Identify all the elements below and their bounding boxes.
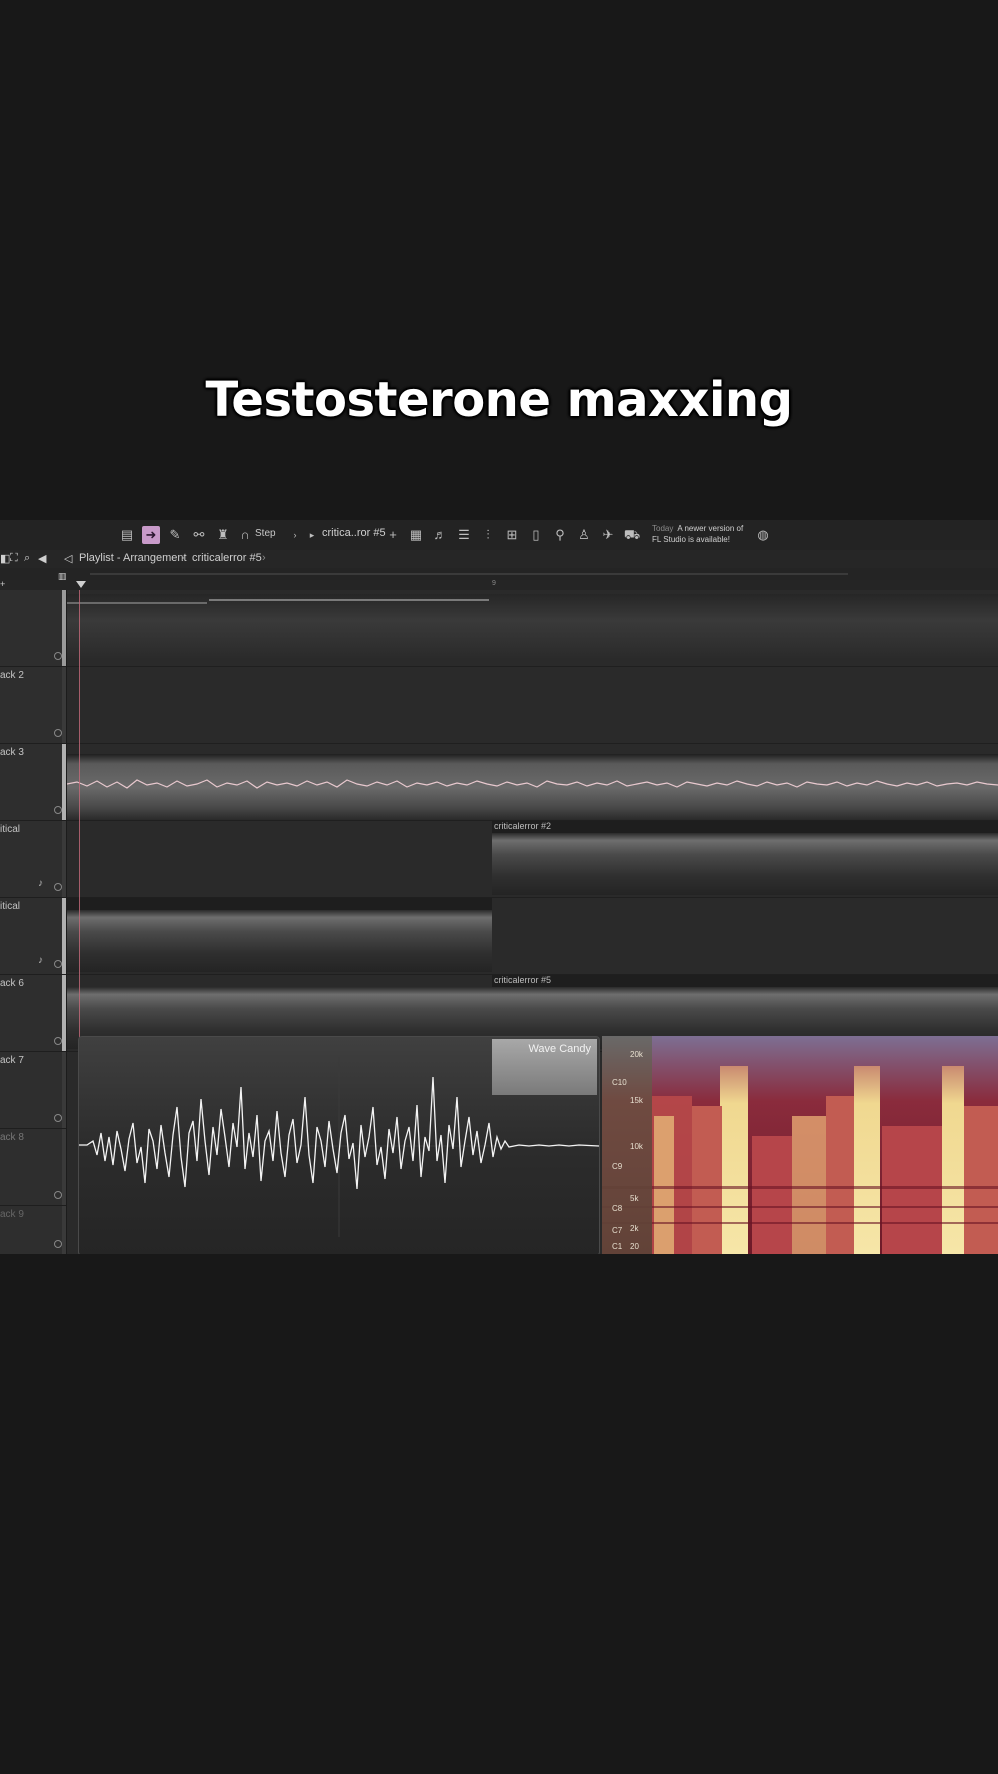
chevron-right-icon[interactable]: ›: [286, 526, 304, 544]
playlist-icon[interactable]: ▦: [407, 526, 425, 544]
select-icon[interactable]: ⛶: [10, 552, 18, 565]
playlist-small-icon[interactable]: ◁: [64, 552, 72, 565]
track-header[interactable]: ack 2: [0, 667, 66, 744]
bird-icon[interactable]: ✈: [599, 526, 617, 544]
track-header[interactable]: ack 9: [0, 1206, 66, 1254]
piano-icon[interactable]: ▤: [118, 526, 136, 544]
breadcrumb-separator-2: ›: [262, 552, 266, 564]
news-line2: FL Studio is available!: [652, 535, 730, 544]
freq-label: 20k: [630, 1050, 643, 1059]
mute-icon[interactable]: [54, 1037, 62, 1045]
clip-waveform: [67, 779, 998, 789]
track-lane-4[interactable]: criticalerror #2: [67, 821, 998, 898]
track-lane-3[interactable]: [67, 744, 998, 821]
track-lane-1[interactable]: [67, 590, 998, 667]
news-line1: A newer version of: [677, 524, 744, 533]
add-pattern-icon[interactable]: +: [384, 526, 402, 544]
file-icon[interactable]: ▯: [527, 526, 545, 544]
clip-title: criticalerror #2: [494, 821, 552, 831]
freq-label: 10k: [630, 1142, 643, 1151]
track-header[interactable]: ack 8: [0, 1129, 66, 1206]
update-notice[interactable]: Today A newer version of FL Studio is ava…: [652, 523, 752, 545]
freq-label: C7: [612, 1226, 623, 1235]
track-header[interactable]: itical ♪: [0, 821, 66, 898]
mute-icon[interactable]: [54, 652, 62, 660]
breadcrumb-window[interactable]: Playlist - Arrangement: [79, 552, 187, 564]
spectrogram-image: [602, 1036, 998, 1254]
globe-icon[interactable]: ◍: [754, 526, 772, 544]
channel-rack-icon[interactable]: ☰: [455, 526, 473, 544]
track-header[interactable]: ack 3: [0, 744, 66, 821]
freq-label: C10: [612, 1078, 627, 1087]
bar-marker: 9: [492, 580, 496, 587]
mute-icon[interactable]: [54, 729, 62, 737]
clip[interactable]: [492, 833, 998, 895]
track-header[interactable]: [0, 590, 66, 667]
person-icon[interactable]: ♙: [575, 526, 593, 544]
mute-icon[interactable]: [54, 1114, 62, 1122]
note-icon: ♪: [38, 955, 43, 966]
note-icon: ♪: [38, 878, 43, 889]
freq-label: C8: [612, 1204, 623, 1213]
clip-header[interactable]: criticalerror #5: [492, 975, 998, 987]
track-header[interactable]: itical ♪: [0, 898, 66, 975]
clip[interactable]: [67, 594, 998, 660]
spectrogram[interactable]: [602, 1036, 998, 1254]
arrow-icon[interactable]: ➜: [142, 526, 160, 544]
freq-label: C9: [612, 1162, 623, 1171]
mute-icon[interactable]: [54, 883, 62, 891]
stamp-icon[interactable]: ♜: [214, 526, 232, 544]
track-header[interactable]: ack 6: [0, 975, 66, 1052]
audio-clip[interactable]: [67, 754, 998, 820]
freq-label: 20: [630, 1242, 639, 1251]
add-track-icon[interactable]: +: [0, 579, 5, 589]
cart-icon[interactable]: ⛟: [623, 526, 641, 544]
mute-icon[interactable]: [54, 1191, 62, 1199]
zoom-icon[interactable]: ⌕: [24, 552, 30, 565]
play-small-icon[interactable]: ▸: [303, 526, 321, 544]
breadcrumb-pattern[interactable]: criticalerror #5: [192, 552, 262, 564]
clip[interactable]: [67, 910, 492, 972]
snap-step-label[interactable]: Step: [255, 528, 276, 539]
mute-icon[interactable]: [54, 1240, 62, 1248]
browser-icon[interactable]: ⊞: [503, 526, 521, 544]
time-ruler[interactable]: 9 +: [0, 579, 998, 590]
mixer-icon[interactable]: ⫶: [479, 526, 497, 544]
video-caption: Testosterone maxxing: [205, 372, 793, 428]
mute-icon[interactable]: [54, 960, 62, 968]
toolbar: ▤ ➜ ✎ ⚯ ♜ ∩ Step › ▸ critica..ror #5 + ▦…: [0, 520, 998, 551]
playhead-marker[interactable]: [76, 581, 86, 588]
track-header[interactable]: ack 7: [0, 1052, 66, 1129]
track-lane-2[interactable]: [67, 667, 998, 744]
plugin-icon[interactable]: ⚲: [551, 526, 569, 544]
clip-title: criticalerror #5: [494, 975, 552, 985]
speaker-icon[interactable]: ◀: [38, 552, 46, 565]
clip-header[interactable]: [67, 898, 492, 910]
news-today: Today: [652, 524, 674, 533]
freq-label: 5k: [630, 1194, 639, 1203]
wave-candy-label[interactable]: Wave Candy: [492, 1039, 597, 1095]
freq-label: C1: [612, 1242, 623, 1251]
clip-header[interactable]: criticalerror #2: [492, 821, 998, 833]
pattern-selector[interactable]: critica..ror #5: [322, 527, 386, 539]
link-icon[interactable]: ⚯: [190, 526, 208, 544]
track-headers: ack 2 ack 3 itical ♪ itical ♪ ack 6 ack …: [0, 590, 67, 1254]
overview-ruler[interactable]: ▥: [0, 568, 998, 581]
mute-icon[interactable]: [54, 806, 62, 814]
breadcrumb-separator: ›: [181, 552, 185, 564]
brush-icon[interactable]: ✎: [166, 526, 184, 544]
tools-icon[interactable]: ◧: [0, 552, 10, 565]
breadcrumb: ◧ ⛶ ⌕ ◀ ◁ Playlist - Arrangement › criti…: [0, 550, 998, 568]
magnet-icon[interactable]: ∩: [236, 526, 254, 544]
freq-label: 15k: [630, 1096, 643, 1105]
freq-label: 2k: [630, 1224, 639, 1233]
fl-studio-window: ▤ ➜ ✎ ⚯ ♜ ∩ Step › ▸ critica..ror #5 + ▦…: [0, 520, 998, 1254]
frequency-axis: 20k C10 15k 10k C9 5k C8 C7 2k C1 20: [602, 1036, 652, 1254]
piano-roll-icon[interactable]: ♬: [431, 526, 449, 544]
track-lane-5[interactable]: [67, 898, 998, 975]
